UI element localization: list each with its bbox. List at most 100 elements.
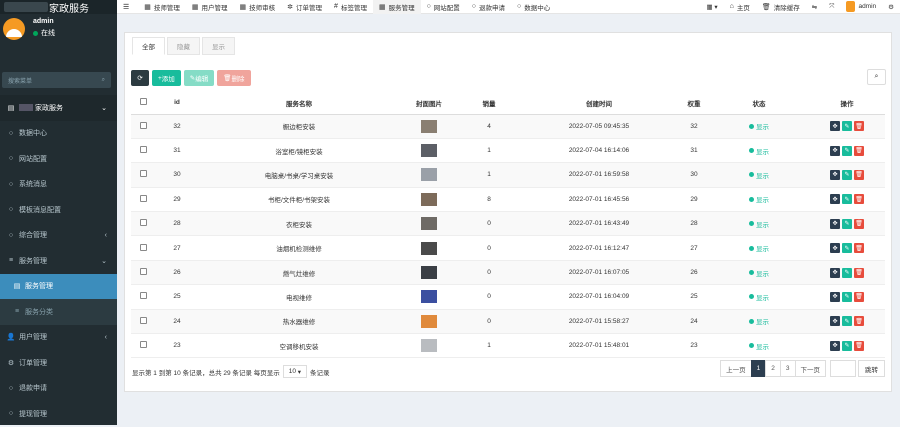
tab-2[interactable]: 显示 [202, 37, 235, 55]
row-checkbox-cell[interactable] [131, 114, 155, 139]
edit-row-button[interactable]: ✎ [842, 243, 852, 254]
checkbox[interactable] [139, 146, 147, 154]
delete-row-button[interactable]: 🗑 [854, 194, 864, 205]
delete-row-button[interactable]: 🗑 [854, 291, 864, 302]
delete-row-button[interactable]: 🗑 [854, 218, 864, 229]
edit-row-button[interactable]: ✎ [842, 340, 852, 351]
topnav-item-7[interactable]: ○ 退款申请 [466, 0, 511, 14]
cover-image[interactable] [421, 241, 437, 255]
tab-1[interactable]: 隐藏 [167, 37, 200, 55]
tab-0[interactable]: 全部 [132, 37, 165, 55]
edit-row-button[interactable]: ✎ [842, 145, 852, 156]
page-button-1[interactable]: 1 [750, 360, 767, 377]
row-checkbox-cell[interactable] [131, 162, 155, 188]
sidebar-item-9[interactable]: 👤 用户管理 ‹ [0, 325, 117, 351]
topnav-item-0[interactable]: ▦ 技师管理 [138, 0, 186, 14]
table-row[interactable]: 23 空调移机安装 1 2022-07-01 15:48:01 23 显示 ✥ ✎ 🗑 [131, 333, 885, 359]
page-button-3[interactable]: 3 [779, 360, 796, 377]
row-checkbox-cell[interactable] [131, 138, 155, 164]
header-time[interactable]: 创建时间 [519, 92, 679, 115]
sidebar-item-8[interactable]: ≡ 服务分类 [0, 299, 117, 325]
cover-image[interactable] [421, 192, 437, 206]
checkbox[interactable] [139, 268, 147, 276]
delete-row-button[interactable]: 🗑 [854, 267, 864, 278]
checkbox[interactable] [139, 292, 147, 300]
sidebar-item-3[interactable]: ○ 系统消息 [0, 172, 117, 198]
fullscreen-button[interactable]: ⤧ [823, 0, 840, 14]
drag-sort-button[interactable]: ✥ [830, 194, 840, 205]
add-button[interactable]: + 添加 [152, 70, 181, 86]
cover-image[interactable] [421, 314, 437, 328]
search-button[interactable]: ⌕ [867, 69, 886, 85]
drag-sort-button[interactable]: ✥ [830, 243, 840, 254]
delete-row-button[interactable]: 🗑 [854, 316, 864, 327]
header-sales[interactable]: 销量 [459, 92, 519, 115]
table-row[interactable]: 28 衣柜安装 0 2022-07-01 16:43:49 28 显示 ✥ ✎ 🗑 [131, 211, 885, 237]
cover-image[interactable] [421, 339, 437, 353]
sidebar-item-10[interactable]: ⚙ 订单管理 [0, 350, 117, 376]
sidebar-item-2[interactable]: ○ 网站配置 [0, 146, 117, 172]
sidebar-item-7[interactable]: ▤ 服务管理 [0, 273, 117, 299]
user-menu[interactable]: admin [840, 0, 882, 14]
table-row[interactable]: 31 浴室柜/镜柜安装 1 2022-07-04 16:14:06 31 显示 ✥ ✎ 🗑 [131, 138, 885, 164]
select-all-checkbox[interactable] [131, 92, 155, 115]
table-row[interactable]: 32 橱边柜安装 4 2022-07-05 09:45:35 32 显示 ✥ ✎ 🗑 [131, 114, 885, 139]
drag-sort-button[interactable]: ✥ [830, 145, 840, 156]
cover-image[interactable] [421, 144, 437, 158]
cover-image[interactable] [421, 266, 437, 280]
delete-button[interactable]: 🗑 删除 [217, 70, 251, 86]
jump-page-input[interactable] [830, 360, 856, 377]
drag-sort-button[interactable]: ✥ [830, 291, 840, 302]
edit-row-button[interactable]: ✎ [842, 316, 852, 327]
topnav-item-8[interactable]: ○ 数据中心 [511, 0, 556, 14]
topnav-item-3[interactable]: ✲ 订单管理 [281, 0, 328, 14]
edit-row-button[interactable]: ✎ [842, 291, 852, 302]
row-checkbox-cell[interactable] [131, 211, 155, 237]
edit-row-button[interactable]: ✎ [842, 169, 852, 180]
cover-image[interactable] [421, 168, 437, 182]
cover-image[interactable] [421, 119, 437, 133]
topnav-item-2[interactable]: ▦ 技师审核 [234, 0, 282, 14]
row-checkbox-cell[interactable] [131, 284, 155, 310]
drag-sort-button[interactable]: ✥ [830, 218, 840, 229]
topnav-item-1[interactable]: ▦ 用户管理 [186, 0, 234, 14]
edit-row-button[interactable]: ✎ [842, 218, 852, 229]
checkbox[interactable] [139, 243, 147, 251]
delete-row-button[interactable]: 🗑 [854, 243, 864, 254]
row-checkbox-cell[interactable] [131, 260, 155, 286]
table-row[interactable]: 24 热水器维修 0 2022-07-01 15:58:27 24 显示 ✥ ✎ 🗑 [131, 309, 885, 335]
drag-sort-button[interactable]: ✥ [830, 316, 840, 327]
sidebar-item-11[interactable]: ○ 退款申请 [0, 376, 117, 402]
delete-row-button[interactable]: 🗑 [854, 340, 864, 351]
avatar[interactable] [3, 18, 25, 40]
delete-row-button[interactable]: 🗑 [854, 145, 864, 156]
topnav-item-5[interactable]: ▦ 服务管理 [372, 0, 421, 14]
theme-button[interactable]: ⇋ [806, 0, 823, 14]
dropdown-button[interactable]: ▦ ▾ [700, 0, 723, 14]
row-checkbox-cell[interactable] [131, 333, 155, 359]
row-checkbox-cell[interactable] [131, 235, 155, 261]
sidebar-item-1[interactable]: ○ 数据中心 [0, 121, 117, 147]
sidebar-search-input[interactable]: 搜索菜单 ⌕ [2, 72, 111, 88]
row-checkbox-cell[interactable] [131, 309, 155, 335]
table-row[interactable]: 27 油烟机检测维修 0 2022-07-01 16:12:47 27 显示 ✥ ✎ 🗑 [131, 235, 885, 261]
edit-row-button[interactable]: ✎ [842, 267, 852, 278]
header-id[interactable]: id [155, 92, 199, 115]
sidebar-item-6[interactable]: ≡ 服务管理 ⌄ [0, 248, 117, 274]
checkbox[interactable] [139, 98, 147, 106]
cover-image[interactable] [421, 217, 437, 231]
prev-page-button[interactable]: 上一页 [720, 360, 752, 377]
topnav-item-6[interactable]: ○ 网站配置 [421, 0, 466, 14]
checkbox[interactable] [139, 121, 147, 129]
table-row[interactable]: 26 燃气灶维修 0 2022-07-01 16:07:05 26 显示 ✥ ✎ 🗑 [131, 260, 885, 286]
drag-sort-button[interactable]: ✥ [830, 267, 840, 278]
drag-sort-button[interactable]: ✥ [830, 340, 840, 351]
table-row[interactable]: 30 电脑桌/书桌/学习桌安装 1 2022-07-01 16:59:58 30 显示 ✥ ✎… [131, 162, 885, 188]
sidebar-item-4[interactable]: ○ 模板消息配置 [0, 197, 117, 223]
sidebar-item-12[interactable]: ○ 提现管理 [0, 401, 117, 427]
edit-button[interactable]: ✎ 编辑 [183, 70, 215, 86]
delete-row-button[interactable]: 🗑 [854, 121, 864, 132]
edit-row-button[interactable]: ✎ [842, 121, 852, 132]
checkbox[interactable] [139, 341, 147, 349]
cover-image[interactable] [421, 290, 437, 304]
